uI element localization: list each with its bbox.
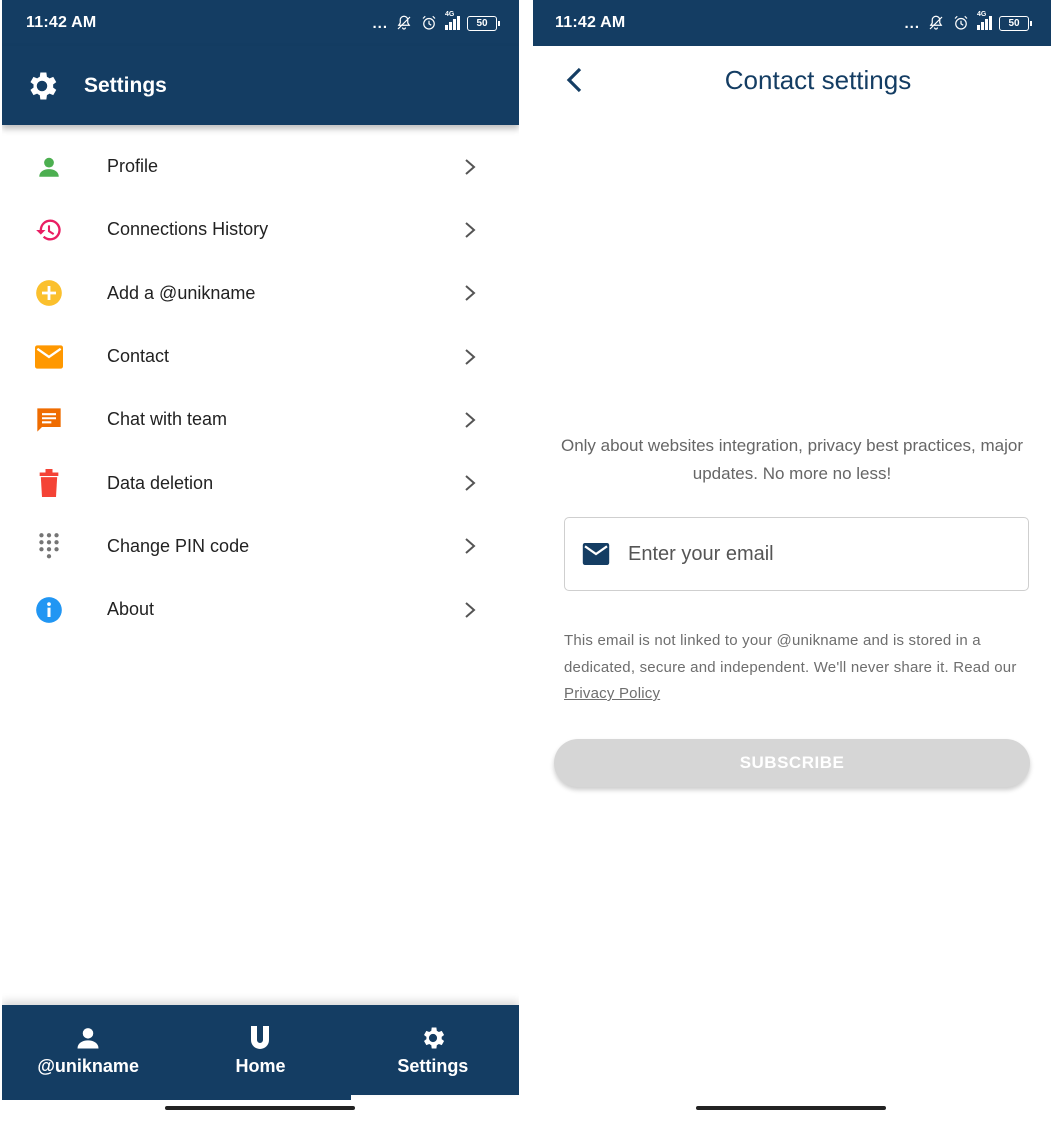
- gear-icon: [423, 1027, 444, 1048]
- chevron-right-icon: [465, 538, 476, 555]
- settings-item-label: Change PIN code: [107, 535, 250, 556]
- bottom-nav: @unikname Home Settings: [2, 1005, 519, 1095]
- settings-item-label: Connections History: [107, 219, 269, 240]
- notification-dots: ...: [904, 14, 920, 32]
- email-input[interactable]: [628, 542, 1028, 566]
- settings-item-label: Profile: [107, 156, 159, 177]
- contact-description: Only about websites integration, privacy…: [560, 436, 1024, 483]
- settings-item-profile[interactable]: Profile: [2, 135, 519, 198]
- status-icons: ... 4G 50: [372, 11, 500, 32]
- history-icon: [36, 219, 61, 241]
- settings-item-about[interactable]: About: [2, 578, 519, 641]
- settings-item-label: About: [107, 599, 155, 620]
- notification-dots: ...: [372, 14, 388, 32]
- settings-item-label: Add a @unikname: [107, 282, 256, 303]
- chevron-left-icon: [566, 67, 582, 93]
- home-indicator[interactable]: [165, 1106, 355, 1110]
- chevron-right-icon: [465, 348, 476, 365]
- info-icon: [36, 596, 62, 623]
- contact-settings-screen: 11:42 AM ... 4G 50 Contact settings Only…: [533, 0, 1051, 1121]
- status-time: 11:42 AM: [26, 14, 97, 31]
- subscribe-button[interactable]: SUBSCRIBE: [554, 739, 1030, 787]
- signal-icon: 4G: [977, 11, 992, 30]
- add-circle-icon: [36, 280, 62, 307]
- person-icon: [77, 1027, 99, 1048]
- status-time: 11:42 AM: [555, 14, 626, 31]
- chevron-right-icon: [465, 412, 476, 428]
- alarm-icon: [422, 15, 436, 30]
- settings-item-label: Data deletion: [107, 472, 214, 493]
- alarm-icon: [954, 15, 968, 30]
- chevron-right-icon: [465, 158, 476, 175]
- nav-label: Settings: [397, 1055, 469, 1076]
- nav-label: Home: [235, 1055, 286, 1076]
- chevron-right-icon: [465, 601, 476, 618]
- status-bar: 11:42 AM ... 4G 50: [533, 0, 1051, 46]
- settings-item-add-unikname[interactable]: Add a @unikname: [2, 262, 519, 325]
- chevron-right-icon: [465, 475, 476, 491]
- page-title: Settings: [84, 73, 167, 97]
- disclaimer-text: This email is not linked to your @unikna…: [564, 632, 1017, 676]
- chat-icon: [37, 408, 61, 432]
- back-button[interactable]: [561, 64, 587, 96]
- dialpad-icon: [39, 533, 59, 559]
- mail-icon: [582, 543, 610, 565]
- settings-item-chat-with-team[interactable]: Chat with team: [2, 388, 519, 451]
- network-type: 4G: [445, 11, 455, 18]
- page-title: Contact settings: [724, 64, 912, 95]
- person-icon: [39, 157, 59, 177]
- gear-icon: [30, 72, 57, 99]
- settings-item-data-deletion[interactable]: Data deletion: [2, 451, 519, 514]
- status-icons: ... 4G 50: [904, 11, 1032, 32]
- trash-icon: [39, 469, 59, 498]
- bell-muted-icon: [929, 15, 943, 30]
- mail-icon: [35, 344, 63, 369]
- settings-item-contact[interactable]: Contact: [2, 325, 519, 388]
- settings-item-label: Contact: [107, 346, 170, 367]
- settings-item-label: Chat with team: [107, 409, 228, 430]
- nav-strip: [2, 1095, 351, 1100]
- nav-item-unikname[interactable]: @unikname: [2, 1005, 174, 1095]
- settings-screen: 11:42 AM ... 4G 50 Settings Profile Conn…: [2, 0, 519, 1121]
- bell-muted-icon: [397, 15, 411, 30]
- nav-item-settings[interactable]: Settings: [347, 1005, 519, 1095]
- app-bar: Settings: [2, 46, 519, 125]
- home-indicator[interactable]: [696, 1106, 886, 1110]
- nav-item-home[interactable]: Home: [174, 1005, 346, 1095]
- battery-icon: 50: [999, 15, 1032, 31]
- battery-icon: 50: [467, 15, 500, 31]
- settings-item-change-pin[interactable]: Change PIN code: [2, 515, 519, 578]
- chevron-right-icon: [465, 222, 476, 238]
- settings-list: Profile Connections History Add a @unikn…: [2, 135, 519, 641]
- email-field[interactable]: [564, 517, 1029, 591]
- contact-header: Contact settings: [533, 46, 1051, 114]
- email-disclaimer: This email is not linked to your @unikna…: [564, 628, 1034, 708]
- network-type: 4G: [977, 11, 987, 18]
- status-bar: 11:42 AM ... 4G 50: [2, 0, 519, 46]
- settings-item-connections-history[interactable]: Connections History: [2, 198, 519, 261]
- signal-icon: 4G: [445, 11, 460, 30]
- privacy-policy-link[interactable]: Privacy Policy: [564, 685, 660, 702]
- nav-label: @unikname: [37, 1055, 139, 1076]
- unikname-logo-icon: [251, 1025, 270, 1049]
- chevron-right-icon: [465, 285, 476, 301]
